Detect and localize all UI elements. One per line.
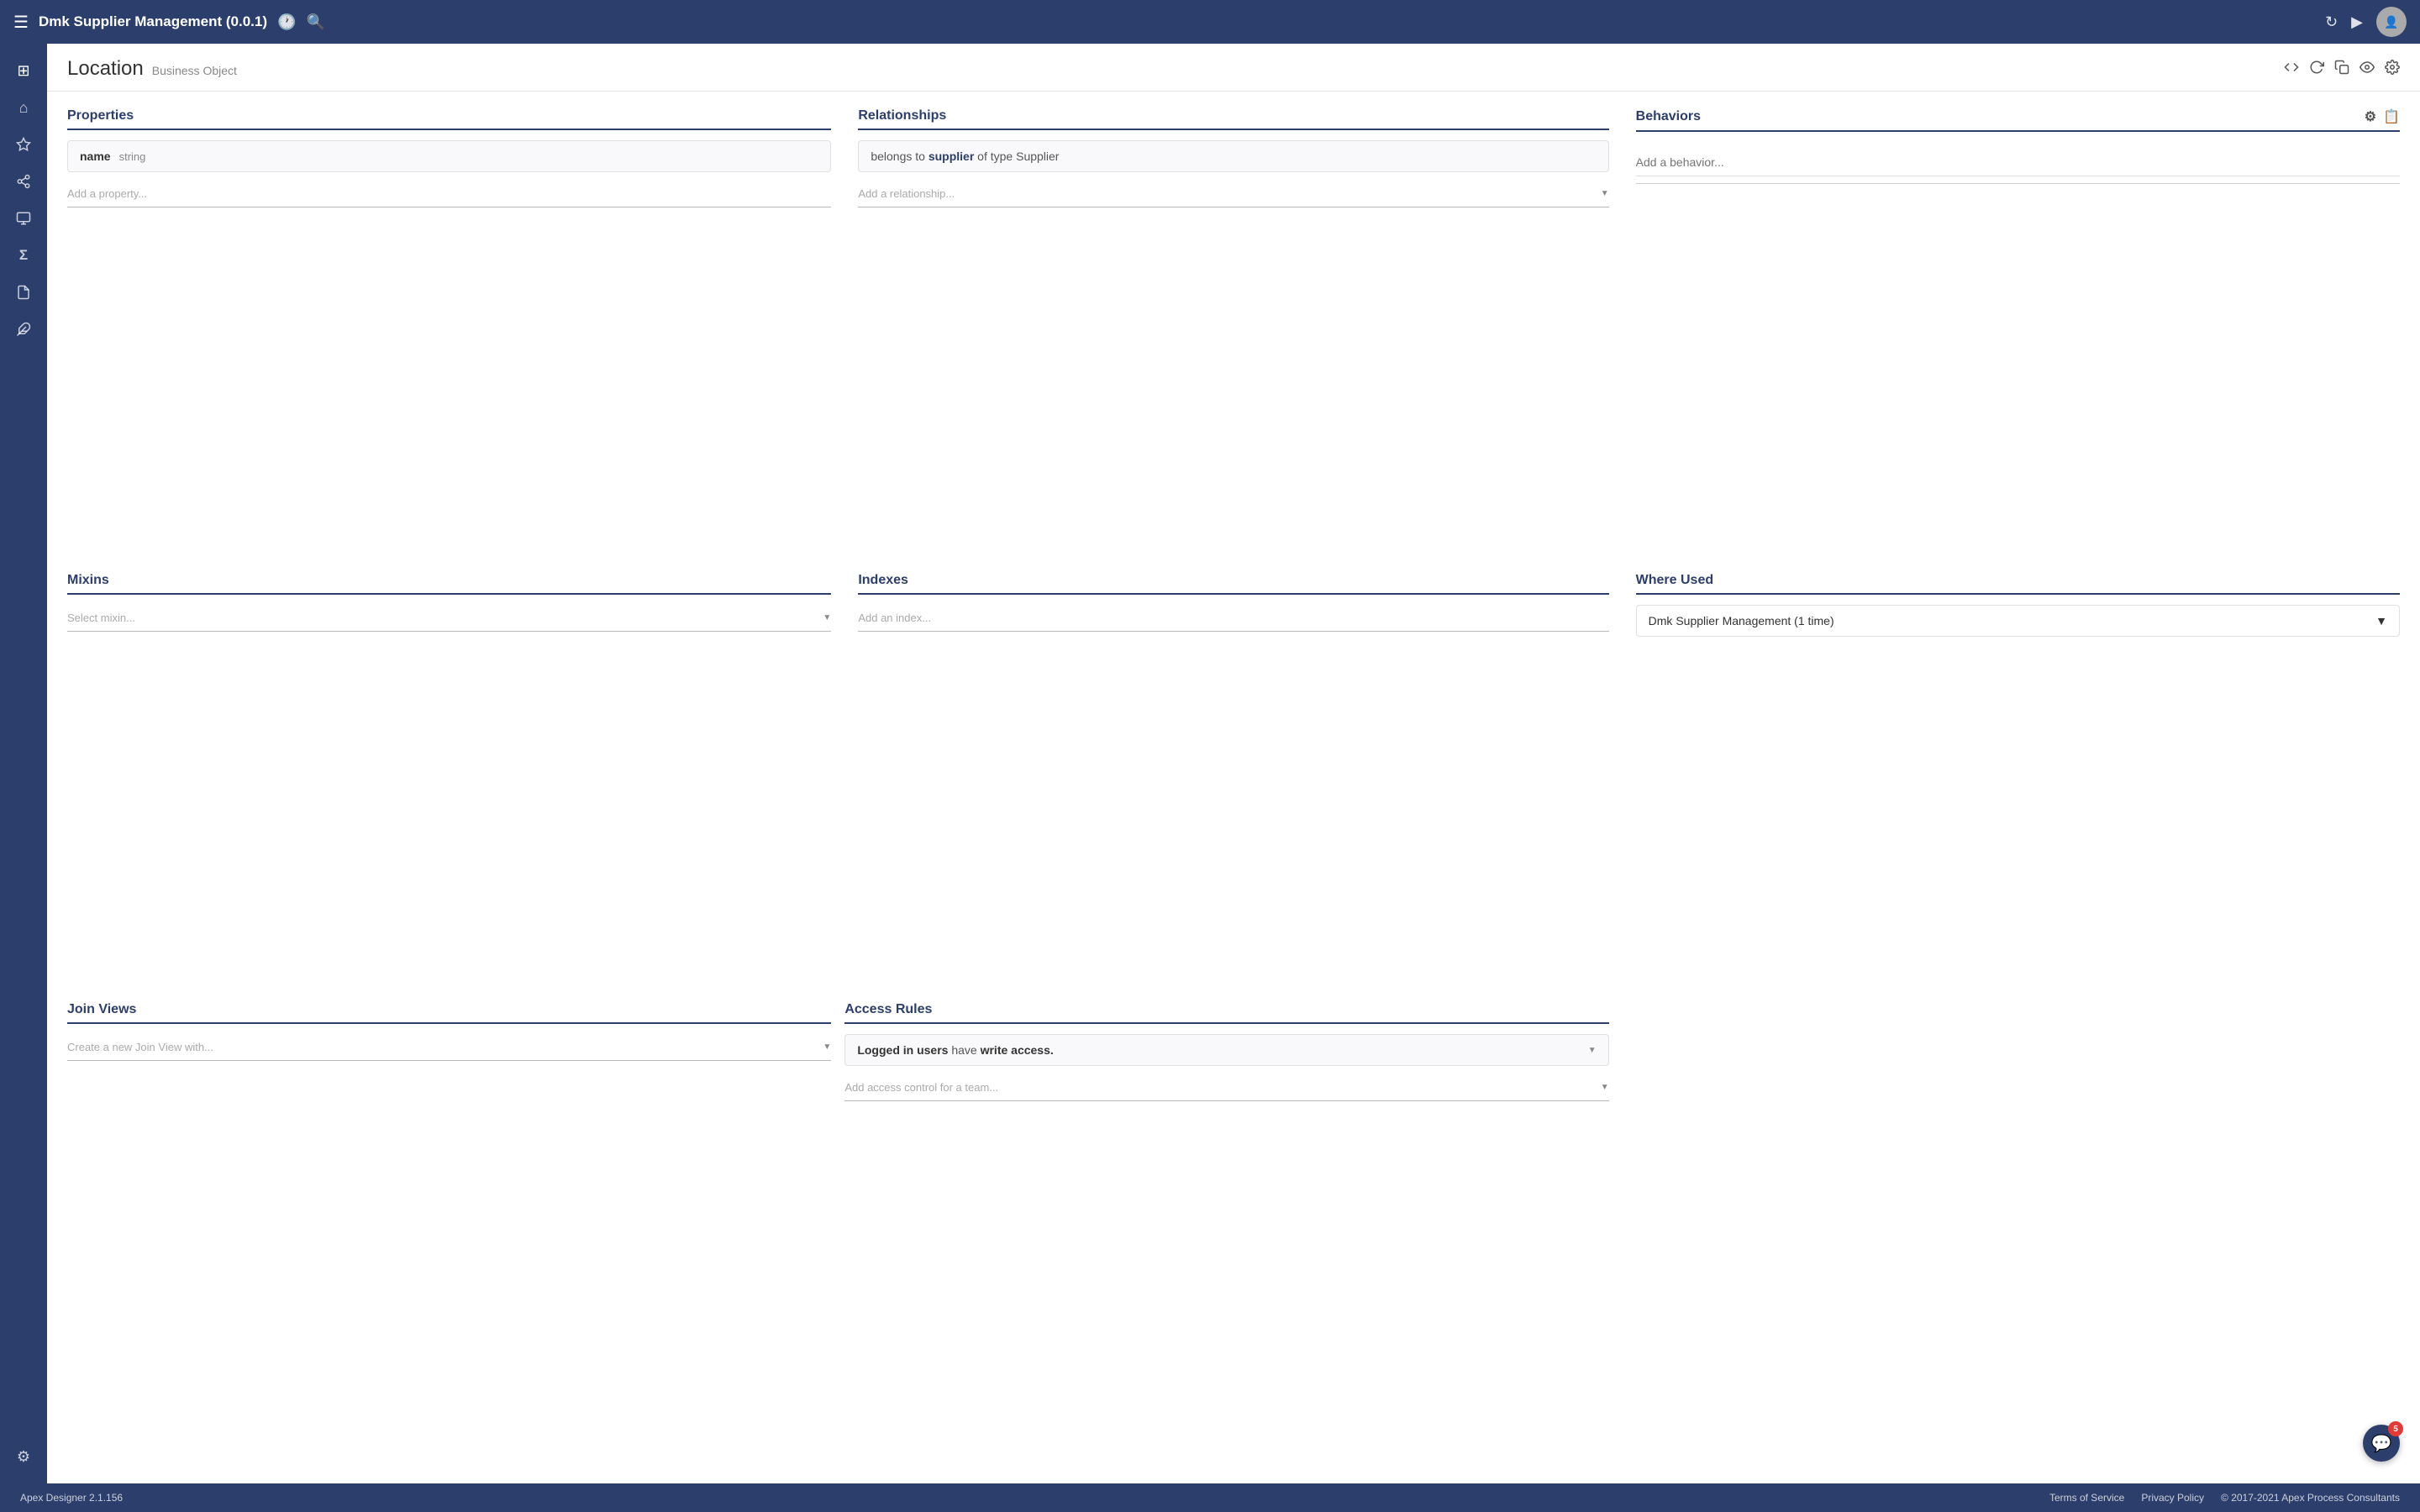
- create-join-view-row[interactable]: Create a new Join View with... ▼: [67, 1034, 831, 1061]
- relationship-name: supplier: [929, 150, 974, 163]
- mixins-section: Mixins Select mixin... ▼: [67, 573, 844, 1002]
- left-sidebar: ⊞ ⌂ Σ ⚙: [0, 44, 47, 1483]
- where-used-title: Where Used: [1636, 573, 2400, 595]
- select-mixin-placeholder: Select mixin...: [67, 612, 135, 624]
- chat-bubble[interactable]: 💬 5: [2363, 1425, 2400, 1462]
- indexes-section: Indexes Add an index...: [844, 573, 1622, 1002]
- sidebar-item-grid[interactable]: ⊞: [7, 54, 40, 87]
- add-relationship-row[interactable]: Add a relationship... ▼: [858, 181, 1608, 207]
- create-join-view-arrow: ▼: [823, 1042, 831, 1052]
- search-icon[interactable]: 🔍: [306, 13, 324, 31]
- add-access-control-row[interactable]: Add access control for a team... ▼: [844, 1074, 1608, 1101]
- sidebar-item-puzzle[interactable]: [7, 312, 40, 346]
- relationships-title: Relationships: [858, 108, 1608, 130]
- footer-links: Terms of Service Privacy Policy © 2017-2…: [2049, 1492, 2400, 1504]
- relationship-row: belongs to supplier of type Supplier: [858, 140, 1608, 172]
- add-access-control-placeholder: Add access control for a team...: [844, 1081, 998, 1094]
- preview-icon[interactable]: [2360, 60, 2375, 79]
- sidebar-item-settings[interactable]: ⚙: [7, 1440, 40, 1473]
- avatar[interactable]: 👤: [2376, 7, 2407, 37]
- access-rules-title: Access Rules: [844, 1002, 1608, 1024]
- add-behavior-input[interactable]: [1636, 149, 2400, 176]
- access-rule-text: Logged in users have write access.: [857, 1043, 1053, 1057]
- page-header: Location Business Object: [47, 44, 2420, 92]
- footer-version: Apex Designer 2.1.156: [20, 1492, 123, 1504]
- select-mixin-row[interactable]: Select mixin... ▼: [67, 605, 831, 632]
- play-icon[interactable]: ▶: [2351, 13, 2363, 31]
- footer-privacy-link[interactable]: Privacy Policy: [2141, 1492, 2204, 1504]
- app-title: Dmk Supplier Management (0.0.1): [39, 13, 267, 30]
- create-join-view-placeholder: Create a new Join View with...: [67, 1041, 213, 1053]
- sidebar-item-home[interactable]: ⌂: [7, 91, 40, 124]
- add-relationship-arrow: ▼: [1601, 189, 1609, 198]
- gear-icon[interactable]: [2385, 60, 2400, 79]
- relationship-text: belongs to supplier of type Supplier: [871, 150, 1059, 163]
- sidebar-item-share[interactable]: [7, 165, 40, 198]
- add-index-row[interactable]: Add an index...: [858, 605, 1608, 632]
- empty-section: [1623, 1002, 2400, 1467]
- refresh-action-icon[interactable]: [2309, 60, 2324, 79]
- content-area: Location Business Object: [47, 44, 2420, 1483]
- relationships-section: Relationships belongs to supplier of typ…: [844, 108, 1622, 573]
- where-used-item[interactable]: Dmk Supplier Management (1 time) ▼: [1636, 605, 2400, 637]
- behaviors-settings-icon[interactable]: ⚙: [2365, 108, 2376, 125]
- access-rule-item: Logged in users have write access. ▼: [844, 1034, 1608, 1066]
- copy-icon[interactable]: [2334, 60, 2349, 79]
- mixins-title: Mixins: [67, 573, 831, 595]
- behaviors-add-icon[interactable]: 📋: [2383, 108, 2400, 125]
- add-behavior-row[interactable]: [1636, 142, 2400, 184]
- property-type-label: string: [119, 150, 146, 163]
- sidebar-item-alert[interactable]: [7, 128, 40, 161]
- where-used-section: Where Used Dmk Supplier Management (1 ti…: [1623, 573, 2400, 1002]
- add-relationship-placeholder: Add a relationship...: [858, 187, 955, 200]
- property-name-label: name: [80, 150, 111, 163]
- add-property-row[interactable]: Add a property...: [67, 181, 831, 207]
- sidebar-item-file[interactable]: [7, 276, 40, 309]
- join-views-section: Join Views Create a new Join View with..…: [67, 1002, 844, 1467]
- properties-title: Properties: [67, 108, 831, 130]
- sidebar-item-monitor[interactable]: [7, 202, 40, 235]
- select-mixin-arrow: ▼: [823, 613, 831, 622]
- refresh-icon[interactable]: ↻: [2325, 13, 2338, 31]
- code-icon[interactable]: [2284, 60, 2299, 79]
- page-subtitle: Business Object: [152, 64, 237, 77]
- add-property-placeholder: Add a property...: [67, 187, 147, 200]
- top-nav: ☰ Dmk Supplier Management (0.0.1) 🕐 🔍 ↻ …: [0, 0, 2420, 44]
- content-grid: Properties name string Add a property...…: [47, 92, 2420, 1483]
- indexes-title: Indexes: [858, 573, 1608, 595]
- history-icon[interactable]: 🕐: [277, 13, 296, 31]
- where-used-expand-icon[interactable]: ▼: [2375, 614, 2387, 627]
- access-rules-section: Access Rules Logged in users have write …: [844, 1002, 1622, 1467]
- chat-badge: 5: [2388, 1421, 2403, 1436]
- behaviors-title: Behaviors ⚙ 📋: [1636, 108, 2400, 132]
- footer-copyright: © 2017-2021 Apex Process Consultants: [2221, 1492, 2400, 1504]
- join-views-title: Join Views: [67, 1002, 831, 1024]
- access-rule-expand-icon[interactable]: ▼: [1588, 1046, 1597, 1055]
- footer: Apex Designer 2.1.156 Terms of Service P…: [0, 1483, 2420, 1512]
- behaviors-section: Behaviors ⚙ 📋: [1623, 108, 2400, 573]
- page-title: Location: [67, 57, 144, 81]
- where-used-label: Dmk Supplier Management (1 time): [1649, 614, 1834, 627]
- page-actions: [2284, 60, 2400, 79]
- add-access-control-arrow: ▼: [1601, 1083, 1609, 1092]
- property-name-row: name string: [67, 140, 831, 172]
- sidebar-item-sigma[interactable]: Σ: [7, 239, 40, 272]
- properties-section: Properties name string Add a property...: [67, 108, 844, 573]
- add-index-placeholder: Add an index...: [858, 612, 931, 624]
- footer-terms-link[interactable]: Terms of Service: [2049, 1492, 2124, 1504]
- hamburger-icon[interactable]: ☰: [13, 12, 29, 33]
